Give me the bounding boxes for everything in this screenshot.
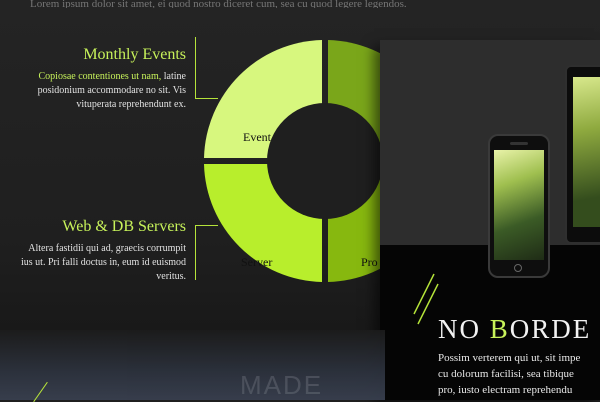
slash-decoration <box>413 273 439 325</box>
feature-description-accent-tail: latine <box>161 71 186 82</box>
card-body-text: Possim verterem qui ut, sit impe cu dolo… <box>438 350 600 398</box>
phone-screen <box>494 150 544 260</box>
headline-part-1: NO <box>438 314 490 344</box>
feature-description: Altera fastidii qui ad, graecis corrumpi… <box>21 243 186 282</box>
phone-speaker <box>510 142 528 145</box>
connector-line <box>195 37 196 99</box>
monitor-screen <box>573 77 600 227</box>
top-text-strip: Lorem ipsum dolor sit amet, ei quod nost… <box>30 0 407 8</box>
donut-hole <box>267 103 383 219</box>
connector-line <box>195 225 196 280</box>
donut-label-event: Event <box>243 130 272 144</box>
feature-title: Web & DB Servers <box>62 218 186 235</box>
donut-label-server: Server <box>241 255 272 269</box>
card-headline: NO BORDE <box>438 314 591 344</box>
feature-description: Copiosae contentiones ut nam, latine pos… <box>16 70 186 112</box>
feature-web-db-servers: Web & DB Servers Altera fastidii qui ad,… <box>16 218 186 284</box>
card-body-line: pro, iusto electram reprehendu <box>438 384 573 396</box>
feature-description-accent: Copiosae contentiones ut nam, <box>38 71 162 82</box>
smartphone-image <box>488 134 550 278</box>
feature-title: Monthly Events <box>83 46 186 63</box>
card-body-line: Possim verterem qui ut, sit impe <box>438 352 581 364</box>
phone-home-button <box>514 264 522 272</box>
feature-monthly-events: Monthly Events Copiosae contentiones ut … <box>16 46 186 112</box>
headline-part-2: ORDE <box>509 314 592 344</box>
headline-highlight: B <box>489 314 510 344</box>
feature-description-rest: posidonium accommodare no sit. Vis vitup… <box>37 85 186 110</box>
card-body-line: cu dolorum facilisi, sea tibique <box>438 368 574 380</box>
blurred-background-section: MADE <box>0 330 385 400</box>
donut-label-pro: Pro <box>361 255 378 269</box>
desktop-monitor-image <box>565 65 600 244</box>
blurred-heading: MADE <box>240 370 324 400</box>
